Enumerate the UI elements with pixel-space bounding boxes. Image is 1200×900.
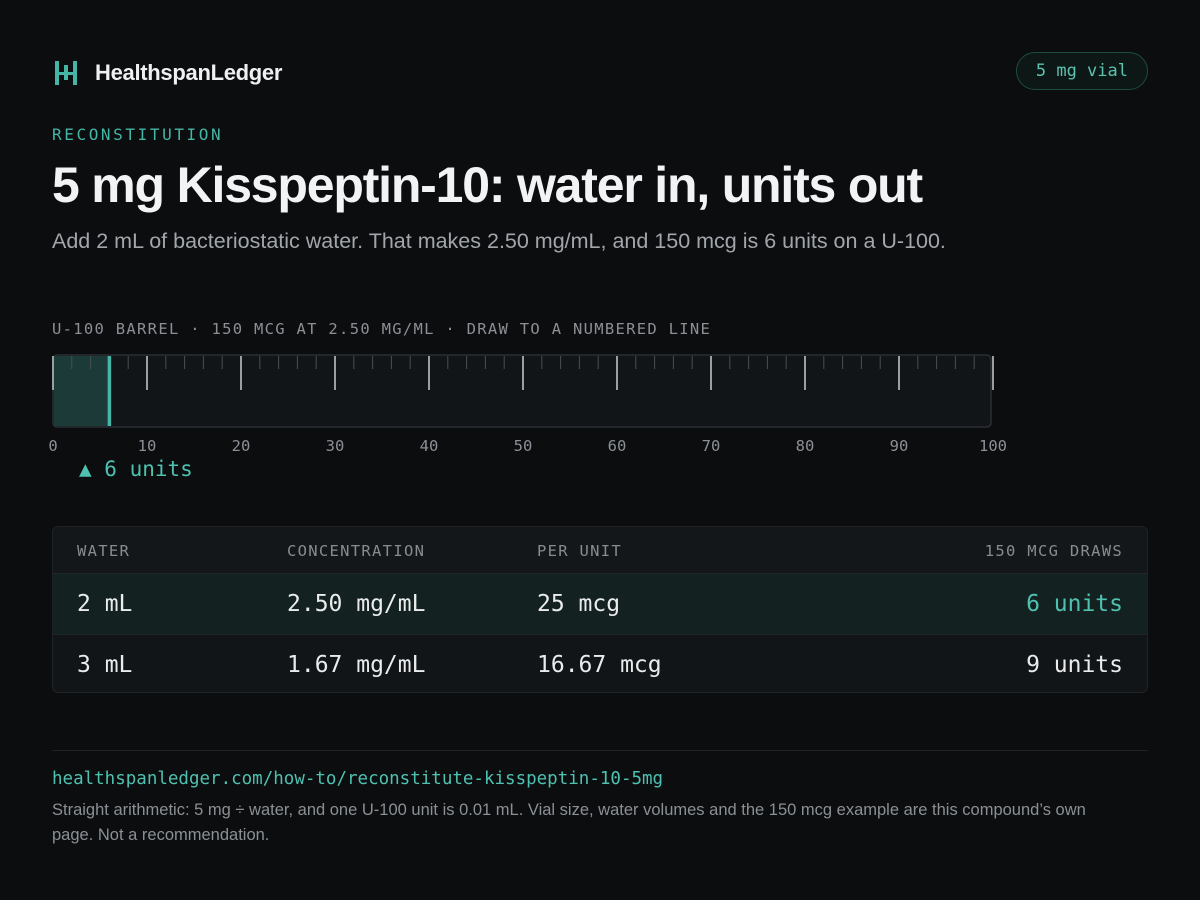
table-row: 2 mL 2.50 mg/mL 25 mcg 6 units <box>53 574 1147 635</box>
cell-water: 2 mL <box>77 591 133 617</box>
page-subtitle: Add 2 mL of bacteriostatic water. That m… <box>52 229 946 253</box>
ledger-h-icon <box>55 61 77 85</box>
tick-label: 40 <box>419 437 439 455</box>
tick-label: 20 <box>231 437 251 455</box>
source-link[interactable]: healthspanledger.com/how-to/reconstitute… <box>52 769 663 789</box>
cell-draws: 9 units <box>1026 652 1123 678</box>
page-title: 5 mg Kisspeptin-10: water in, units out <box>52 157 923 213</box>
tick-label: 10 <box>137 437 157 455</box>
syringe-caption: U-100 BARREL · 150 MCG AT 2.50 MG/ML · D… <box>52 320 712 338</box>
brand[interactable]: HealthspanLedger <box>54 58 282 88</box>
cell-water: 3 mL <box>77 652 133 678</box>
dose-table: WATER CONCENTRATION PER UNIT 150 MCG DRA… <box>52 526 1148 693</box>
header-per-unit: PER UNIT <box>537 542 623 560</box>
cell-concentration: 1.67 mg/mL <box>287 652 426 678</box>
table-header: WATER CONCENTRATION PER UNIT 150 MCG DRA… <box>53 527 1147 574</box>
barrel-fill <box>54 356 110 426</box>
tick-label: 60 <box>607 437 627 455</box>
footer-note: Straight arithmetic: 5 mg ÷ water, and o… <box>52 801 1086 844</box>
header-concentration: CONCENTRATION <box>287 542 426 560</box>
header-draws: 150 MCG DRAWS <box>984 542 1123 560</box>
header-water: WATER <box>77 542 131 560</box>
cell-draws: 6 units <box>1026 591 1123 617</box>
tick-label: 80 <box>795 437 815 455</box>
tick-label: 30 <box>325 437 345 455</box>
tick-label: 90 <box>889 437 909 455</box>
cell-per-unit: 16.67 mcg <box>537 652 662 678</box>
cell-per-unit: 25 mcg <box>537 591 621 617</box>
tick-label: 70 <box>701 437 721 455</box>
footer-divider <box>52 750 1148 751</box>
section-eyebrow: RECONSTITUTION <box>52 125 224 144</box>
brand-name: HealthspanLedger <box>95 60 283 85</box>
tick-label: 100 <box>979 437 1007 455</box>
draw-marker: ▲ 6 units <box>79 457 193 481</box>
syringe-barrel <box>52 354 994 428</box>
tick-label: 0 <box>48 437 58 455</box>
tick-label: 50 <box>513 437 533 455</box>
table-row: 3 mL 1.67 mg/mL 16.67 mcg 9 units <box>53 635 1147 692</box>
vial-size-badge: 5 mg vial <box>1015 52 1148 90</box>
cell-concentration: 2.50 mg/mL <box>287 591 426 617</box>
